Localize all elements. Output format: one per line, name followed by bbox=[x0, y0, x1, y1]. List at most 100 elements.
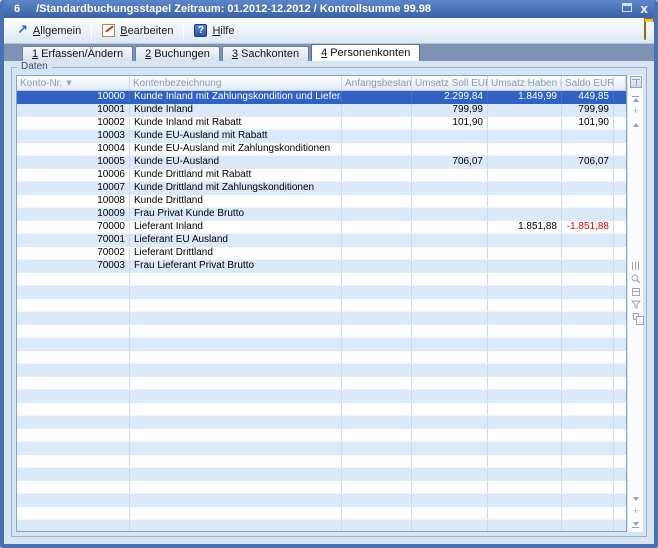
view-panel-icon[interactable] bbox=[632, 288, 640, 296]
jump-to-first-icon[interactable] bbox=[632, 93, 639, 104]
cell-umsatz-haben bbox=[488, 520, 562, 531]
restore-icon[interactable] bbox=[622, 3, 632, 15]
window-title: /Standardbuchungsstapel Zeitraum: 01.201… bbox=[36, 3, 431, 15]
cell-umsatz-haben bbox=[488, 247, 562, 259]
table-row[interactable] bbox=[17, 351, 626, 364]
cell-kontenbezeichnung: Kunde EU-Ausland bbox=[130, 156, 342, 168]
table-row[interactable]: 70003 Frau Lieferant Privat Brutto bbox=[17, 260, 626, 273]
cell-saldo bbox=[562, 429, 614, 441]
cell-kontenbezeichnung: Kunde Drittland mit Zahlungskonditionen bbox=[130, 182, 342, 194]
table-row[interactable] bbox=[17, 520, 626, 531]
bearbeiten-button[interactable]: Bearbeiten bbox=[97, 22, 178, 39]
table-row[interactable] bbox=[17, 390, 626, 403]
cell-konto-nr bbox=[17, 286, 130, 298]
header-filler bbox=[614, 76, 626, 90]
header-konto-nr[interactable]: Konto-Nr. ▼ bbox=[17, 76, 130, 90]
table-row[interactable]: 10001 Kunde Inland 799,99 799,99 bbox=[17, 104, 626, 117]
table-row[interactable]: 10003 Kunde EU-Ausland mit Rabatt bbox=[17, 130, 626, 143]
table-row[interactable] bbox=[17, 481, 626, 494]
cell-umsatz-haben bbox=[488, 507, 562, 519]
cell-saldo bbox=[562, 143, 614, 155]
table-row[interactable]: 10008 Kunde Drittland bbox=[17, 195, 626, 208]
cell-umsatz-soll bbox=[412, 455, 488, 467]
table-row[interactable] bbox=[17, 403, 626, 416]
tab-erfassen-aendern[interactable]: 1Erfassen/Ändern bbox=[22, 46, 133, 61]
cell-konto-nr bbox=[17, 299, 130, 311]
nav-cross-icon[interactable]: + bbox=[633, 506, 638, 517]
filter-icon[interactable] bbox=[631, 300, 641, 309]
tab-sachkonten[interactable]: 3Sachkonten bbox=[222, 46, 309, 61]
hilfe-button[interactable]: ? Hilfe bbox=[189, 22, 239, 39]
table-row[interactable] bbox=[17, 507, 626, 520]
close-icon[interactable]: x bbox=[640, 4, 648, 14]
cell-filler bbox=[614, 429, 626, 441]
table-row[interactable] bbox=[17, 286, 626, 299]
table-row[interactable]: 10005 Kunde EU-Ausland 706,07 706,07 bbox=[17, 156, 626, 169]
table-row[interactable] bbox=[17, 338, 626, 351]
cell-kontenbezeichnung bbox=[130, 273, 342, 285]
toolbar-separator bbox=[91, 23, 92, 39]
cell-anfangsbestand bbox=[342, 442, 412, 454]
cell-umsatz-soll bbox=[412, 325, 488, 337]
cell-umsatz-soll bbox=[412, 364, 488, 376]
tab-buchungen[interactable]: 2Buchungen bbox=[135, 46, 220, 61]
table-row[interactable] bbox=[17, 325, 626, 338]
jump-to-last-icon[interactable] bbox=[632, 519, 639, 530]
cell-saldo bbox=[562, 299, 614, 311]
nav-cross-icon[interactable]: + bbox=[633, 106, 638, 117]
table-row[interactable]: 10007 Kunde Drittland mit Zahlungskondit… bbox=[17, 182, 626, 195]
column-chooser-icon[interactable] bbox=[630, 76, 642, 88]
table-row[interactable] bbox=[17, 442, 626, 455]
cell-filler bbox=[614, 351, 626, 363]
allgemein-button[interactable]: ↗ Allgemein bbox=[12, 23, 86, 39]
open-folder-icon[interactable] bbox=[644, 22, 646, 40]
cell-saldo bbox=[562, 169, 614, 181]
header-umsatz-soll[interactable]: Umsatz Soll EUR bbox=[412, 76, 488, 90]
cell-filler bbox=[614, 299, 626, 311]
table-row[interactable]: 10000 Kunde Inland mit Zahlungskondition… bbox=[17, 91, 626, 104]
cell-umsatz-haben bbox=[488, 312, 562, 324]
cell-konto-nr: 70002 bbox=[17, 247, 130, 259]
header-saldo[interactable]: Saldo EUR bbox=[562, 76, 614, 90]
header-umsatz-haben[interactable]: Umsatz Haben EUR bbox=[488, 76, 562, 90]
cell-saldo bbox=[562, 286, 614, 298]
table-row[interactable] bbox=[17, 377, 626, 390]
table-row[interactable] bbox=[17, 299, 626, 312]
table-row[interactable] bbox=[17, 494, 626, 507]
table-row[interactable] bbox=[17, 429, 626, 442]
table-row[interactable] bbox=[17, 312, 626, 325]
table-row[interactable]: 10009 Frau Privat Kunde Brutto bbox=[17, 208, 626, 221]
cell-kontenbezeichnung: Frau Lieferant Privat Brutto bbox=[130, 260, 342, 272]
table-row[interactable] bbox=[17, 468, 626, 481]
table-row[interactable]: 70000 Lieferant Inland 1.851,88 -1.851,8… bbox=[17, 221, 626, 234]
cell-umsatz-soll bbox=[412, 299, 488, 311]
table-row[interactable] bbox=[17, 455, 626, 468]
cell-konto-nr bbox=[17, 468, 130, 480]
header-anfangsbestand[interactable]: Anfangsbestand EUR bbox=[342, 76, 412, 90]
table-row[interactable] bbox=[17, 416, 626, 429]
table-row[interactable]: 70001 Lieferant EU Ausland bbox=[17, 234, 626, 247]
table-row[interactable]: 10002 Kunde Inland mit Rabatt 101,90 101… bbox=[17, 117, 626, 130]
daten-groupbox: Daten Konto-Nr. ▼ Kontenbezeichnung Anfa… bbox=[11, 67, 647, 537]
cell-kontenbezeichnung bbox=[130, 507, 342, 519]
cell-umsatz-soll bbox=[412, 169, 488, 181]
search-icon[interactable] bbox=[631, 274, 641, 284]
copy-icon[interactable] bbox=[633, 313, 639, 320]
table-row[interactable]: 10006 Kunde Drittland mit Rabatt bbox=[17, 169, 626, 182]
scroll-up-icon[interactable] bbox=[633, 119, 639, 130]
table-row[interactable]: 10004 Kunde EU-Ausland mit Zahlungskondi… bbox=[17, 143, 626, 156]
table-row[interactable]: 70002 Lieferant Drittland bbox=[17, 247, 626, 260]
cell-saldo bbox=[562, 130, 614, 142]
scroll-down-icon[interactable] bbox=[633, 493, 639, 504]
table-row[interactable] bbox=[17, 273, 626, 286]
cell-filler bbox=[614, 156, 626, 168]
column-width-icon[interactable] bbox=[632, 262, 640, 270]
tab-personenkonten[interactable]: 4Personenkonten bbox=[311, 44, 420, 61]
cell-kontenbezeichnung bbox=[130, 299, 342, 311]
cell-konto-nr: 10009 bbox=[17, 208, 130, 220]
cell-kontenbezeichnung: Kunde Drittland mit Rabatt bbox=[130, 169, 342, 181]
table-row[interactable] bbox=[17, 364, 626, 377]
cell-umsatz-soll: 706,07 bbox=[412, 156, 488, 168]
cell-filler bbox=[614, 143, 626, 155]
header-kontenbezeichnung[interactable]: Kontenbezeichnung bbox=[130, 76, 342, 90]
